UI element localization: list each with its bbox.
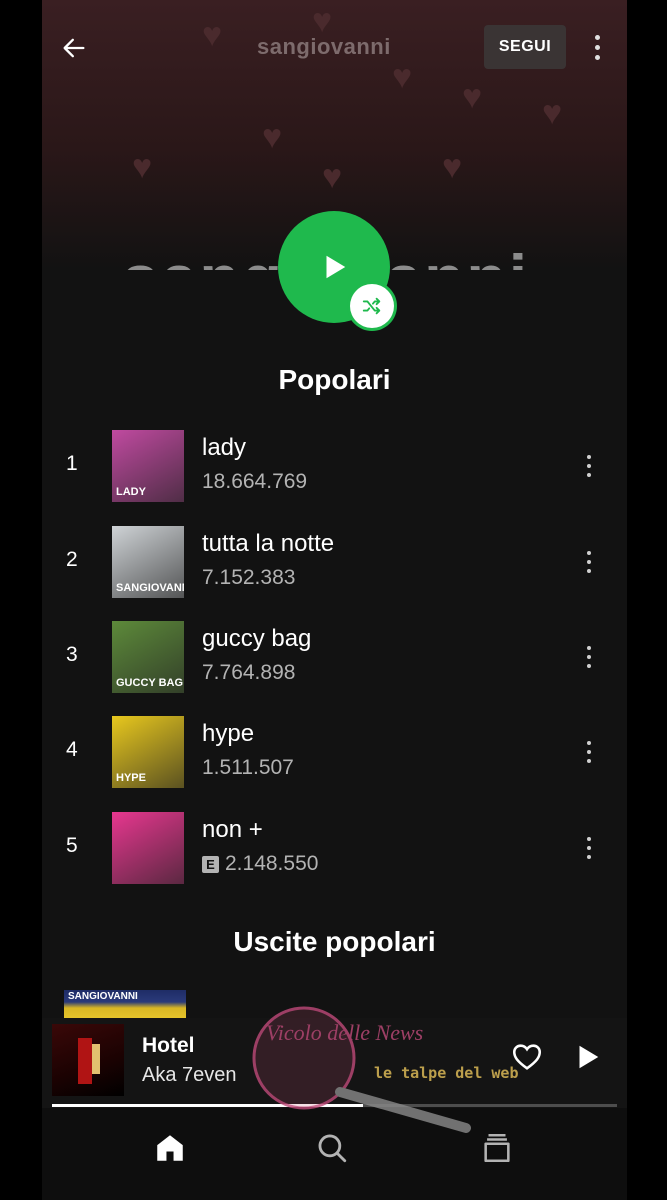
track-play-count-value: 2.148.550 (225, 852, 319, 875)
track-title: lady (202, 434, 247, 461)
more-vertical-icon (587, 837, 591, 841)
more-vertical-icon (587, 655, 591, 659)
search-icon (318, 1134, 347, 1163)
more-vertical-icon (587, 560, 591, 564)
explicit-badge: E (202, 855, 219, 873)
now-playing-artist: Aka 7even (142, 1064, 237, 1086)
track-rank: 1 (66, 452, 78, 475)
artist-name-title: sangiovanni (257, 34, 391, 59)
more-vertical-icon (587, 759, 591, 763)
bottom-navigation (42, 1108, 627, 1200)
back-button[interactable] (54, 28, 94, 68)
heart-pattern-icon: ♥ (262, 118, 283, 156)
track-cover: SANGIOVANNI (112, 526, 184, 598)
more-vertical-icon (587, 664, 591, 668)
track-row[interactable]: 2 SANGIOVANNI tutta la notte 7.152.383 (42, 524, 627, 604)
heart-icon[interactable] (510, 1040, 544, 1074)
track-cover (112, 812, 184, 884)
home-icon (157, 1135, 183, 1161)
track-play-count-value: 7.764.898 (202, 661, 296, 684)
heart-pattern-icon: ♥ (442, 148, 463, 186)
track-title: tutta la notte (202, 530, 335, 557)
heart-pattern-icon: ♥ (322, 158, 343, 196)
top-bar: sangiovanni SEGUI (42, 0, 627, 96)
track-rank: 2 (66, 548, 78, 571)
now-playing-title: Hotel (142, 1034, 195, 1057)
nav-search-button[interactable] (310, 1126, 354, 1170)
now-playing-cover (52, 1024, 124, 1096)
heart-pattern-icon: ♥ (132, 148, 153, 186)
track-row[interactable]: 5 non + E 2.148.550 (42, 810, 627, 890)
playback-progress[interactable] (52, 1104, 617, 1107)
track-play-count-value: 7.152.383 (202, 566, 296, 589)
mini-play-button[interactable] (572, 1042, 602, 1072)
track-more-button[interactable] (574, 542, 604, 582)
track-cover: GUCCY BAG (112, 621, 184, 693)
track-more-button[interactable] (574, 446, 604, 486)
track-play-count: E 2.148.550 (202, 852, 318, 876)
releases-section-title: Uscite popolari (233, 926, 436, 957)
arrow-left-icon (63, 38, 85, 58)
track-title: guccy bag (202, 625, 312, 652)
more-vertical-icon (587, 569, 591, 573)
mini-player[interactable]: Hotel Aka 7even (42, 1018, 627, 1108)
track-rank: 5 (66, 834, 78, 857)
track-cover-label: GUCCY BAG (116, 677, 184, 689)
more-vertical-icon (587, 455, 591, 459)
track-rank: 3 (66, 643, 78, 666)
shuffle-button[interactable] (350, 284, 394, 328)
track-title: hype (202, 720, 255, 747)
more-vertical-icon (587, 846, 591, 850)
track-cover: HYPE (112, 716, 184, 788)
more-vertical-icon (587, 464, 591, 468)
track-play-count: 7.152.383 (202, 566, 295, 590)
track-more-button[interactable] (574, 732, 604, 772)
more-vertical-icon (587, 473, 591, 477)
follow-button[interactable]: SEGUI (484, 25, 566, 69)
track-title: non + (202, 816, 263, 843)
track-more-button[interactable] (574, 828, 604, 868)
shuffle-icon (362, 297, 381, 315)
more-vertical-icon (587, 551, 591, 555)
library-icon (484, 1133, 510, 1163)
track-row[interactable]: 4 HYPE hype 1.511.507 (42, 714, 627, 794)
track-play-count: 1.511.507 (202, 756, 294, 780)
playback-progress-fill (52, 1104, 363, 1107)
more-vertical-icon (587, 750, 591, 754)
track-play-count: 7.764.898 (202, 661, 295, 685)
heart-pattern-icon: ♥ (542, 94, 563, 132)
track-row[interactable]: 1 LADY lady 18.664.769 (42, 428, 627, 508)
track-cover: LADY (112, 430, 184, 502)
more-vertical-icon (587, 855, 591, 859)
nav-home-button[interactable] (148, 1126, 192, 1170)
track-play-count-value: 18.664.769 (202, 470, 308, 493)
more-options-button[interactable] (582, 27, 612, 67)
track-cover-label: SANGIOVANNI (116, 582, 184, 594)
track-rank: 4 (66, 738, 78, 761)
track-cover-label: HYPE (116, 772, 146, 784)
nav-library-button[interactable] (475, 1126, 519, 1170)
popular-section-title: Popolari (278, 364, 391, 395)
release-cover[interactable]: SANGIOVANNI (64, 990, 186, 1020)
track-play-count: 18.664.769 (202, 470, 307, 494)
track-play-count-value: 1.511.507 (202, 756, 294, 779)
track-more-button[interactable] (574, 637, 604, 677)
play-icon (326, 255, 346, 279)
artist-screen: ♥ ♥ ♥ ♥ ♥ ♥ ♥ ♥ ♥ sangiovanni sangiovann… (42, 0, 627, 1200)
more-vertical-icon (594, 34, 600, 40)
track-row[interactable]: 3 GUCCY BAG guccy bag 7.764.898 (42, 619, 627, 699)
track-cover-label: LADY (116, 486, 146, 498)
more-vertical-icon (587, 646, 591, 650)
more-vertical-icon (587, 741, 591, 745)
